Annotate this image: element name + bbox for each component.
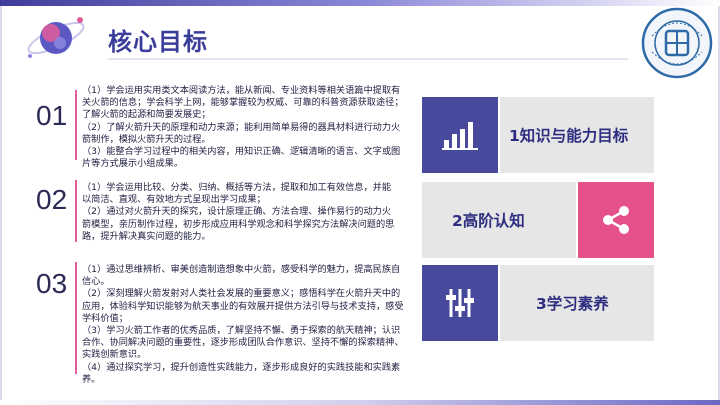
card-2-label: 2高阶认知: [452, 212, 525, 230]
section-01-line-1: （1）学会运用实用类文本阅读方法，能从新闻、专业资料等相关语篇中提取有关火箭的信…: [82, 85, 404, 121]
section-02-line-1: （1）学会运用比较、分类、归纳、概括等方法，提取和加工有效信息，并能以简洁、直观…: [82, 182, 392, 206]
title-divider: [108, 58, 628, 60]
section-01-line-2: （2）了解火箭升天的原理和动力来源；能利用简单易得的器具材料进行动力火箭制作，模…: [82, 121, 401, 145]
card-3-label-box[interactable]: 3学习素养: [500, 265, 654, 341]
card-3-icon-box[interactable]: [422, 265, 498, 341]
section-03-line-1: （1）通过思维辨析、审美创造制造想象中火箭，感受科学的魅力，提高民族自信心。: [82, 264, 401, 288]
card-1-label: 1知识与能力目标: [509, 127, 629, 145]
planet-logo-icon: [20, 6, 90, 68]
section-divider-01: [75, 90, 77, 160]
section-divider-02: [75, 180, 77, 242]
section-01-line-3: （3）能整合学习过程中的相关内容，用知识正确、逻辑清晰的语言、文字或图片等方式展…: [82, 146, 401, 170]
section-03-line-2: （2）深刻理解火箭发射对人类社会发展的重要意义；感悟科学在火箭升天中的应用，体验…: [82, 288, 404, 324]
school-seal-logo: [640, 6, 714, 80]
section-number-03: 03: [36, 268, 68, 299]
bottom-accent-bar: [0, 400, 720, 405]
page-title: 核心目标: [108, 28, 208, 56]
section-text-03: （1）通过思维辨析、审美创造制造想象中火箭，感受科学的魅力，提高民族自信心。 （…: [82, 264, 404, 386]
section-03-line-3: （3）学习火箭工作者的优秀品质，了解坚持不懈、勇于探索的航天精神；认识合作、协同…: [82, 325, 404, 361]
share-icon: [603, 206, 629, 234]
section-03-line-4: （4）通过探究学习，提升创造性实践能力，逐步形成良好的实践技能和实践素养。: [82, 361, 401, 385]
section-text-02: （1）学会运用比较、分类、归纳、概括等方法，提取和加工有效信息，并能以简洁、直观…: [82, 182, 400, 243]
section-number-01: 01: [36, 100, 68, 131]
bar-chart-icon: [442, 122, 478, 150]
card-1-icon-box[interactable]: [422, 97, 498, 173]
card-2-icon-box[interactable]: [578, 182, 654, 258]
card-2-label-box[interactable]: 2高阶认知: [422, 182, 576, 258]
sliders-icon: [446, 289, 474, 317]
section-number-02: 02: [36, 184, 68, 215]
section-text-01: （1）学会运用实用类文本阅读方法，能从新闻、专业资料等相关语篇中提取有关火箭的信…: [82, 85, 404, 170]
card-1-label-box[interactable]: 1知识与能力目标: [500, 97, 654, 173]
card-3-label: 3学习素养: [536, 295, 609, 313]
section-02-line-2: （2）通过对火箭升天的探究，设计原理正确、方法合理、操作易行的动力火箭模型，亲历…: [82, 206, 395, 242]
section-divider-03: [75, 262, 77, 374]
top-accent-bar: [0, 0, 720, 6]
